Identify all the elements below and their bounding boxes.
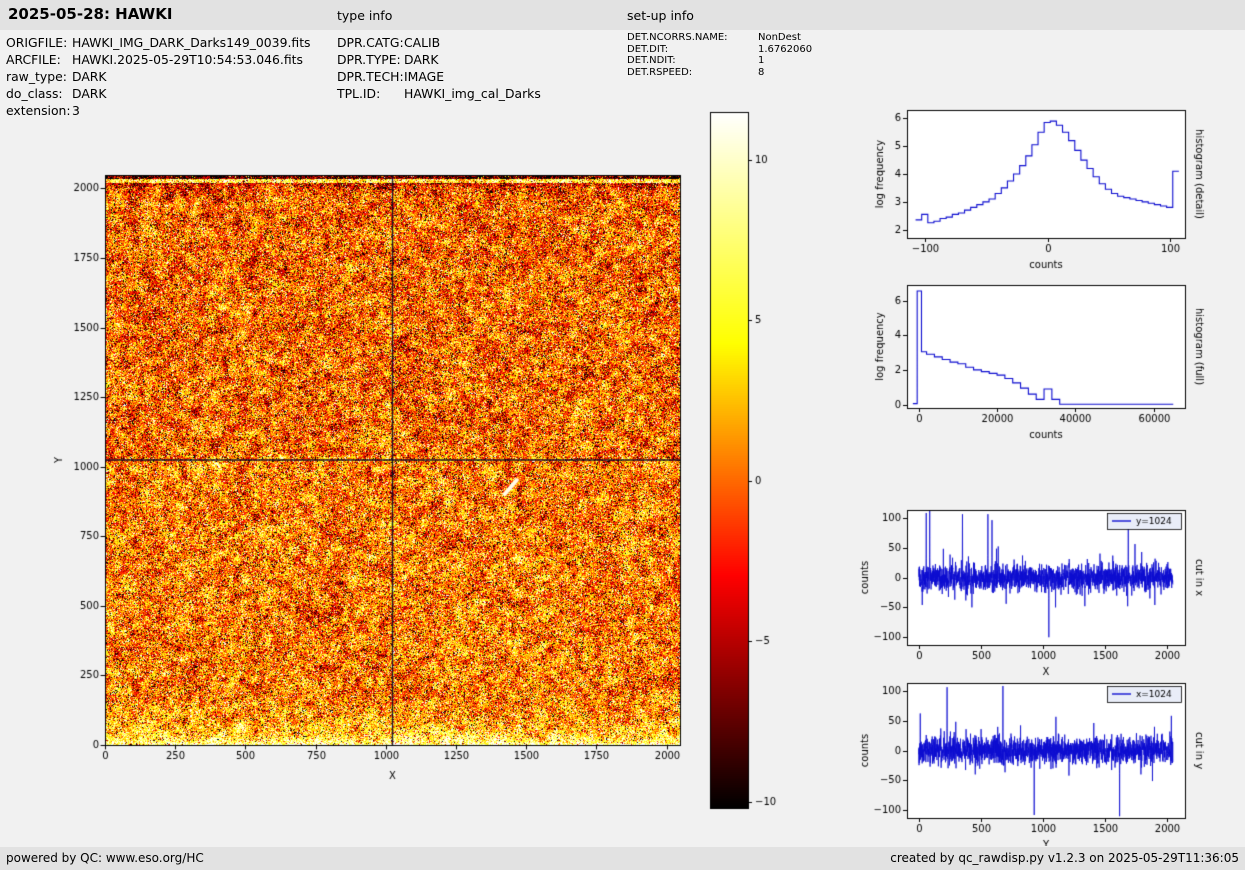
footer-powered-by: powered by QC: www.eso.org/HC — [6, 851, 204, 865]
info-value: DARK — [404, 52, 439, 67]
info-row-dit: DET.DIT: 1.6762060 — [627, 44, 812, 56]
page-title: 2025-05-28: HAWKI — [8, 5, 173, 23]
info-row-rawtype: raw_type: DARK — [6, 68, 311, 85]
setup-info-block: DET.NCORRS.NAME: NonDest DET.DIT: 1.676206… — [627, 32, 812, 78]
info-value: 8 — [758, 66, 765, 78]
cut-in-x-plot — [848, 495, 1245, 680]
info-row-doclass: do_class: DARK — [6, 85, 311, 102]
footer-created-by: created by qc_rawdisp.py v1.2.3 on 2025-… — [890, 851, 1239, 865]
info-label: DET.NCORRS.NAME: — [627, 32, 728, 43]
info-value: HAWKI_img_cal_Darks — [404, 86, 541, 101]
info-row-rspeed: DET.RSPEED: 8 — [627, 67, 812, 79]
info-label: ARCFILE: — [6, 52, 61, 67]
info-label: DPR.TECH: — [337, 69, 404, 84]
type-info-block: DPR.CATG: CALIB DPR.TYPE: DARK DPR.TECH: IM… — [337, 34, 541, 102]
info-label: DPR.TYPE: — [337, 52, 401, 67]
info-value: HAWKI.2025-05-29T10:54:53.046.fits — [72, 52, 303, 67]
info-value: DARK — [72, 69, 107, 84]
type-info-heading: type info — [337, 8, 393, 23]
info-label: DET.DIT: — [627, 43, 669, 55]
info-row-tpl-id: TPL.ID: HAWKI_img_cal_Darks — [337, 85, 541, 102]
info-label: ORIGFILE: — [6, 35, 68, 50]
colorbar — [705, 105, 795, 820]
info-label: TPL.ID: — [337, 86, 381, 101]
info-label: DPR.CATG: — [337, 35, 404, 50]
info-value: DARK — [72, 86, 107, 101]
info-row-origfile: ORIGFILE: HAWKI_IMG_DARK_Darks149_0039.fi… — [6, 34, 311, 51]
info-label: DET.RSPEED: — [627, 66, 693, 78]
info-row-ncorrs: DET.NCORRS.NAME: NonDest — [627, 32, 812, 44]
file-info-block: ORIGFILE: HAWKI_IMG_DARK_Darks149_0039.fi… — [6, 34, 311, 119]
info-label: DET.NDIT: — [627, 55, 676, 66]
info-row-dpr-catg: DPR.CATG: CALIB — [337, 34, 541, 51]
info-value: 1 — [758, 55, 765, 66]
histogram-detail-plot — [848, 96, 1245, 276]
info-value: 3 — [72, 103, 80, 118]
info-row-arcfile: ARCFILE: HAWKI.2025-05-29T10:54:53.046.fi… — [6, 51, 311, 68]
info-label: extension: — [6, 103, 71, 118]
info-label: raw_type: — [6, 69, 67, 84]
histogram-full-plot — [848, 270, 1245, 450]
info-row-dpr-tech: DPR.TECH: IMAGE — [337, 68, 541, 85]
footer-band: powered by QC: www.eso.org/HC created by… — [0, 847, 1245, 870]
info-value: HAWKI_IMG_DARK_Darks149_0039.fits — [72, 35, 311, 50]
info-row-extension: extension: 3 — [6, 102, 311, 119]
info-value: CALIB — [404, 35, 441, 50]
setup-info-heading: set-up info — [627, 8, 694, 23]
info-label: do_class: — [6, 86, 63, 101]
cut-in-y-plot — [848, 668, 1245, 846]
info-value: 1.6762060 — [758, 43, 813, 55]
info-row-ndit: DET.NDIT: 1 — [627, 55, 812, 67]
info-value: IMAGE — [404, 69, 445, 84]
info-value: NonDest — [758, 32, 801, 43]
qc-report-page: { "page": { "title": "2025-05-28: HAWKI"… — [0, 0, 1245, 870]
info-row-dpr-type: DPR.TYPE: DARK — [337, 51, 541, 68]
header-band: 2025-05-28: HAWKI type info set-up info — [0, 0, 1245, 30]
dark-frame-image-plot[interactable] — [35, 155, 705, 815]
